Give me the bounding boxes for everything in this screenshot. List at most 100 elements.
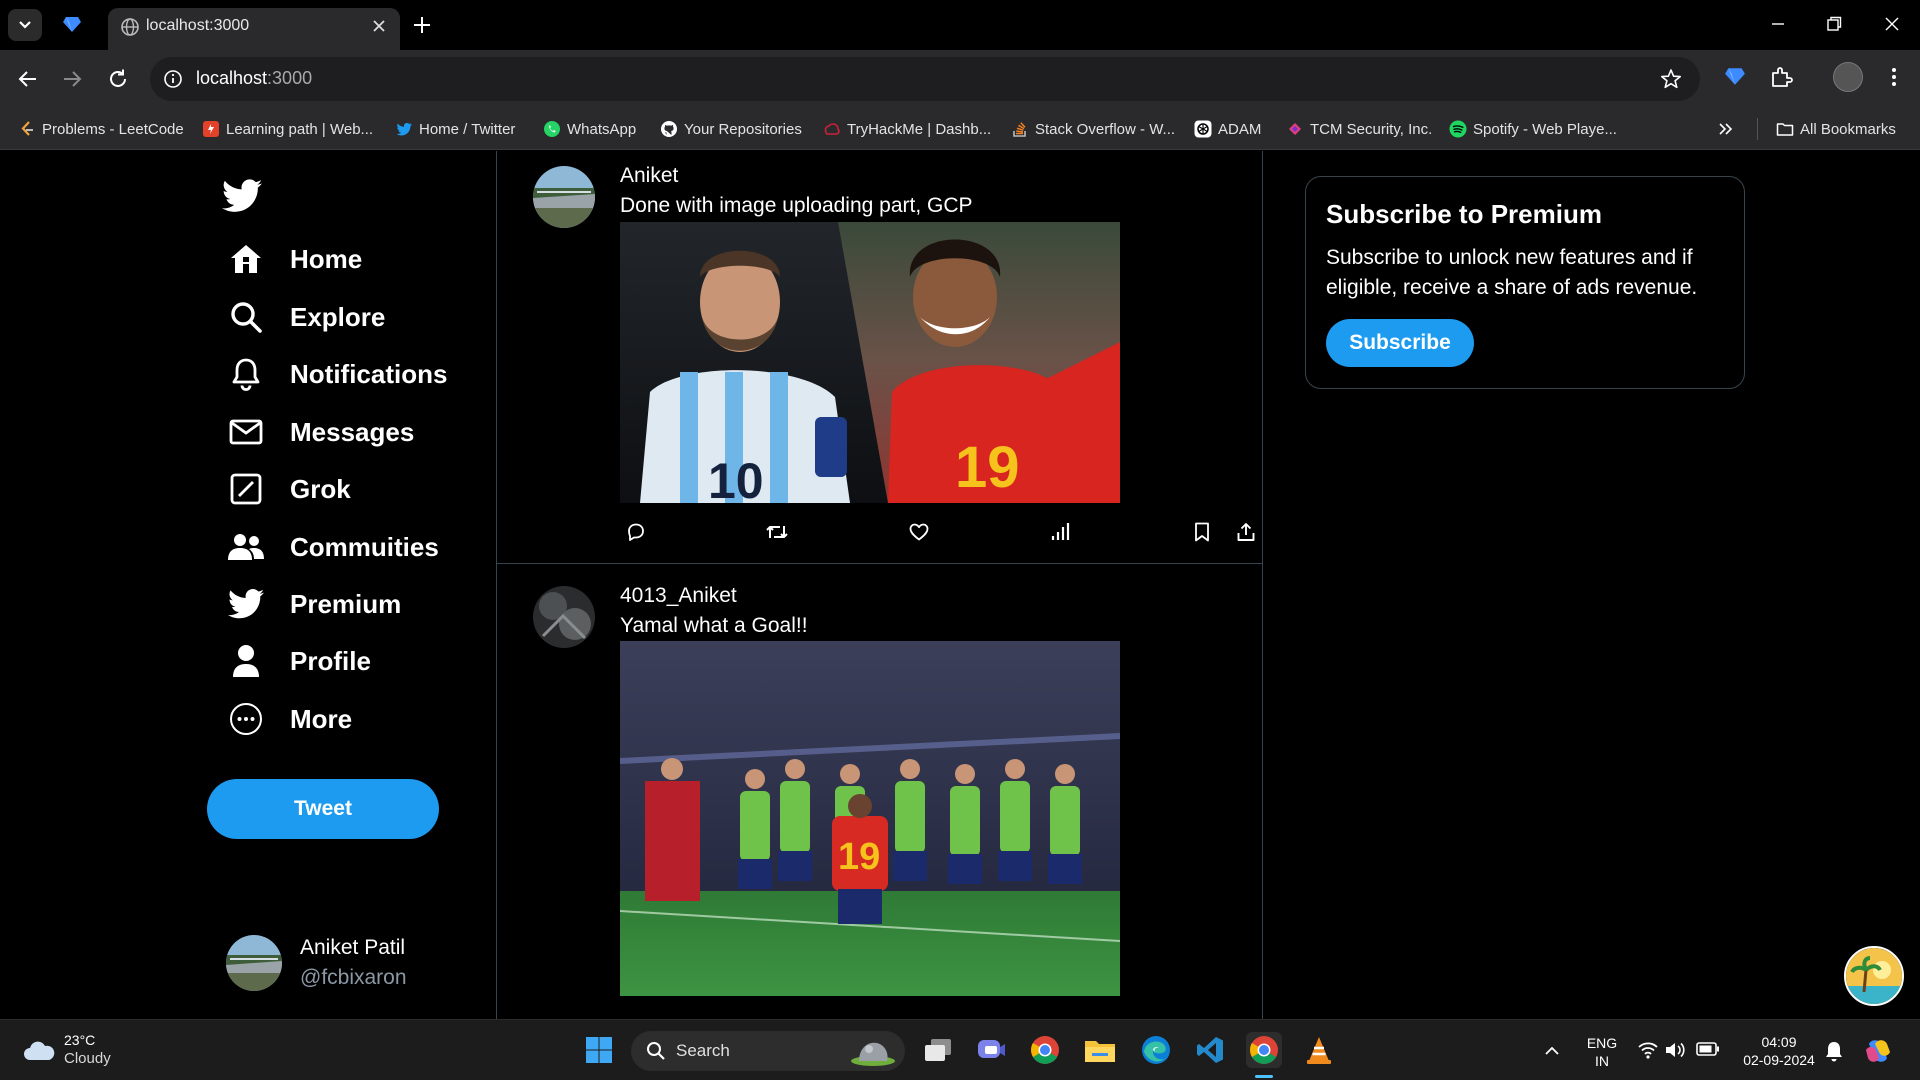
floating-app-badge[interactable] <box>1844 946 1904 1006</box>
close-icon[interactable] <box>370 17 388 35</box>
account-switcher[interactable]: Aniket Patil @fcbixaron <box>226 935 407 991</box>
language-indicator[interactable]: ENG IN <box>1582 1034 1622 1070</box>
svg-text:19: 19 <box>838 836 880 878</box>
forward-icon[interactable] <box>60 67 84 91</box>
bookmark-adam[interactable]: ADAM <box>1194 118 1261 140</box>
nav-grok[interactable]: Grok <box>226 469 351 509</box>
weather-widget[interactable]: 23°C Cloudy <box>22 1032 111 1067</box>
back-icon[interactable] <box>16 67 40 91</box>
window-close-icon[interactable] <box>1882 14 1902 34</box>
notification-bell-icon[interactable] <box>1824 1040 1844 1062</box>
avatar[interactable] <box>533 166 595 228</box>
nav-profile[interactable]: Profile <box>226 641 371 681</box>
reply-icon[interactable] <box>625 521 647 543</box>
menu-icon[interactable] <box>1890 65 1898 89</box>
profile-avatar[interactable] <box>1833 62 1863 92</box>
like-icon[interactable] <box>908 521 930 543</box>
vlc-icon[interactable] <box>1301 1032 1337 1068</box>
clock[interactable]: 04:09 02-09-2024 <box>1736 1033 1822 1069</box>
teams-icon[interactable] <box>973 1032 1009 1068</box>
retweet-icon[interactable] <box>765 521 789 543</box>
twitter-icon <box>396 122 412 136</box>
edge-icon[interactable] <box>1138 1032 1174 1068</box>
mail-icon <box>226 412 266 452</box>
views-icon[interactable] <box>1049 521 1071 543</box>
tab-strip: localhost:3000 <box>0 0 1920 50</box>
leetcode-icon <box>21 121 33 136</box>
task-view-icon[interactable] <box>920 1032 956 1068</box>
avatar[interactable] <box>533 586 595 648</box>
bookmark-icon[interactable] <box>1192 521 1212 543</box>
search-icon <box>647 1042 665 1060</box>
info-icon[interactable] <box>163 69 183 89</box>
start-icon[interactable] <box>581 1032 617 1068</box>
openai-icon <box>1194 120 1212 138</box>
new-tab-icon[interactable] <box>410 13 434 37</box>
copilot-icon[interactable] <box>1863 1036 1893 1066</box>
bookmark-leetcode[interactable]: Problems - LeetCode <box>18 118 184 140</box>
subscribe-button[interactable]: Subscribe <box>1326 319 1474 367</box>
tweet-item[interactable]: Aniket Done with image uploading part, G… <box>497 151 1262 563</box>
spotify-icon <box>1449 120 1467 138</box>
users-icon <box>226 527 266 567</box>
reload-icon[interactable] <box>106 67 130 91</box>
tweet-button[interactable]: Tweet <box>207 779 439 839</box>
volume-icon[interactable] <box>1664 1041 1686 1059</box>
browser-toolbar: localhost:3000 <box>0 50 1920 108</box>
wifi-icon[interactable] <box>1637 1041 1659 1059</box>
profile-name: Aniket Patil <box>300 936 406 959</box>
tweet-author[interactable]: 4013_Aniket <box>620 584 737 608</box>
bookmark-spotify[interactable]: Spotify - Web Playe... <box>1449 118 1617 140</box>
premium-card: Subscribe to Premium Subscribe to unlock… <box>1305 176 1745 389</box>
vscode-icon[interactable] <box>1192 1032 1228 1068</box>
taskbar-search[interactable]: Search <box>631 1031 905 1071</box>
tweet-item[interactable]: 4013_Aniket Yamal what a Goal!! 19 <box>497 564 1262 1019</box>
file-explorer-icon[interactable] <box>1082 1032 1118 1068</box>
nav-communities[interactable]: Commuities <box>226 527 439 567</box>
tab-localhost[interactable]: localhost:3000 <box>108 8 400 50</box>
tweet-text: Yamal what a Goal!! <box>620 614 808 637</box>
bookmark-tryhackme[interactable]: TryHackMe | Dashb... <box>823 118 991 140</box>
cloud-icon <box>24 1041 55 1060</box>
battery-icon[interactable] <box>1696 1042 1720 1056</box>
tab-search-button[interactable] <box>8 9 42 41</box>
person-icon <box>226 641 266 681</box>
bell-icon <box>226 354 266 394</box>
tweet-image[interactable]: 19 <box>620 641 1120 996</box>
bookmark-tcm[interactable]: TCM Security, Inc. <box>1286 118 1432 140</box>
tweet-actions <box>497 521 1262 545</box>
share-icon[interactable] <box>1235 521 1257 543</box>
windows-taskbar: 23°C Cloudy Search ENG IN 04:09 02-09-20… <box>0 1019 1920 1080</box>
twitter-page: Home Explore Notifications Messages Grok… <box>0 151 1920 1019</box>
extensions-icon[interactable] <box>1769 65 1793 89</box>
stackoverflow-icon <box>1013 122 1026 137</box>
bookmark-stackoverflow[interactable]: Stack Overflow - W... <box>1011 118 1175 140</box>
twitter-logo-icon[interactable] <box>222 179 262 213</box>
chrome-icon[interactable] <box>1027 1032 1063 1068</box>
nav-messages[interactable]: Messages <box>226 412 414 452</box>
bookmark-whatsapp[interactable]: WhatsApp <box>543 118 636 140</box>
chevron-double-right-icon[interactable] <box>1718 122 1734 136</box>
tcm-icon <box>1289 123 1301 135</box>
folder-icon <box>1776 123 1794 136</box>
bookmark-twitter[interactable]: Home / Twitter <box>395 118 515 140</box>
nav-home[interactable]: Home <box>226 239 362 279</box>
nav-premium[interactable]: Premium <box>226 584 401 624</box>
address-bar[interactable]: localhost:3000 <box>150 57 1700 101</box>
tweet-author[interactable]: Aniket <box>620 164 678 188</box>
gem-icon[interactable] <box>62 14 82 34</box>
nav-explore[interactable]: Explore <box>226 297 385 337</box>
chrome-active-icon[interactable] <box>1246 1032 1282 1068</box>
home-icon <box>226 239 266 279</box>
bookmark-github[interactable]: Your Repositories <box>660 118 802 140</box>
star-icon[interactable] <box>1660 68 1682 90</box>
restore-icon[interactable] <box>1824 14 1844 34</box>
bookmark-learning-path[interactable]: Learning path | Web... <box>202 118 373 140</box>
all-bookmarks[interactable]: All Bookmarks <box>1776 118 1896 140</box>
tweet-image[interactable]: 19 10 <box>620 222 1120 503</box>
nav-notifications[interactable]: Notifications <box>226 354 447 394</box>
nav-more[interactable]: More <box>226 699 352 739</box>
chevron-up-icon[interactable] <box>1543 1044 1561 1056</box>
gem-extension-icon[interactable] <box>1724 65 1746 87</box>
minimize-icon[interactable] <box>1768 14 1788 34</box>
